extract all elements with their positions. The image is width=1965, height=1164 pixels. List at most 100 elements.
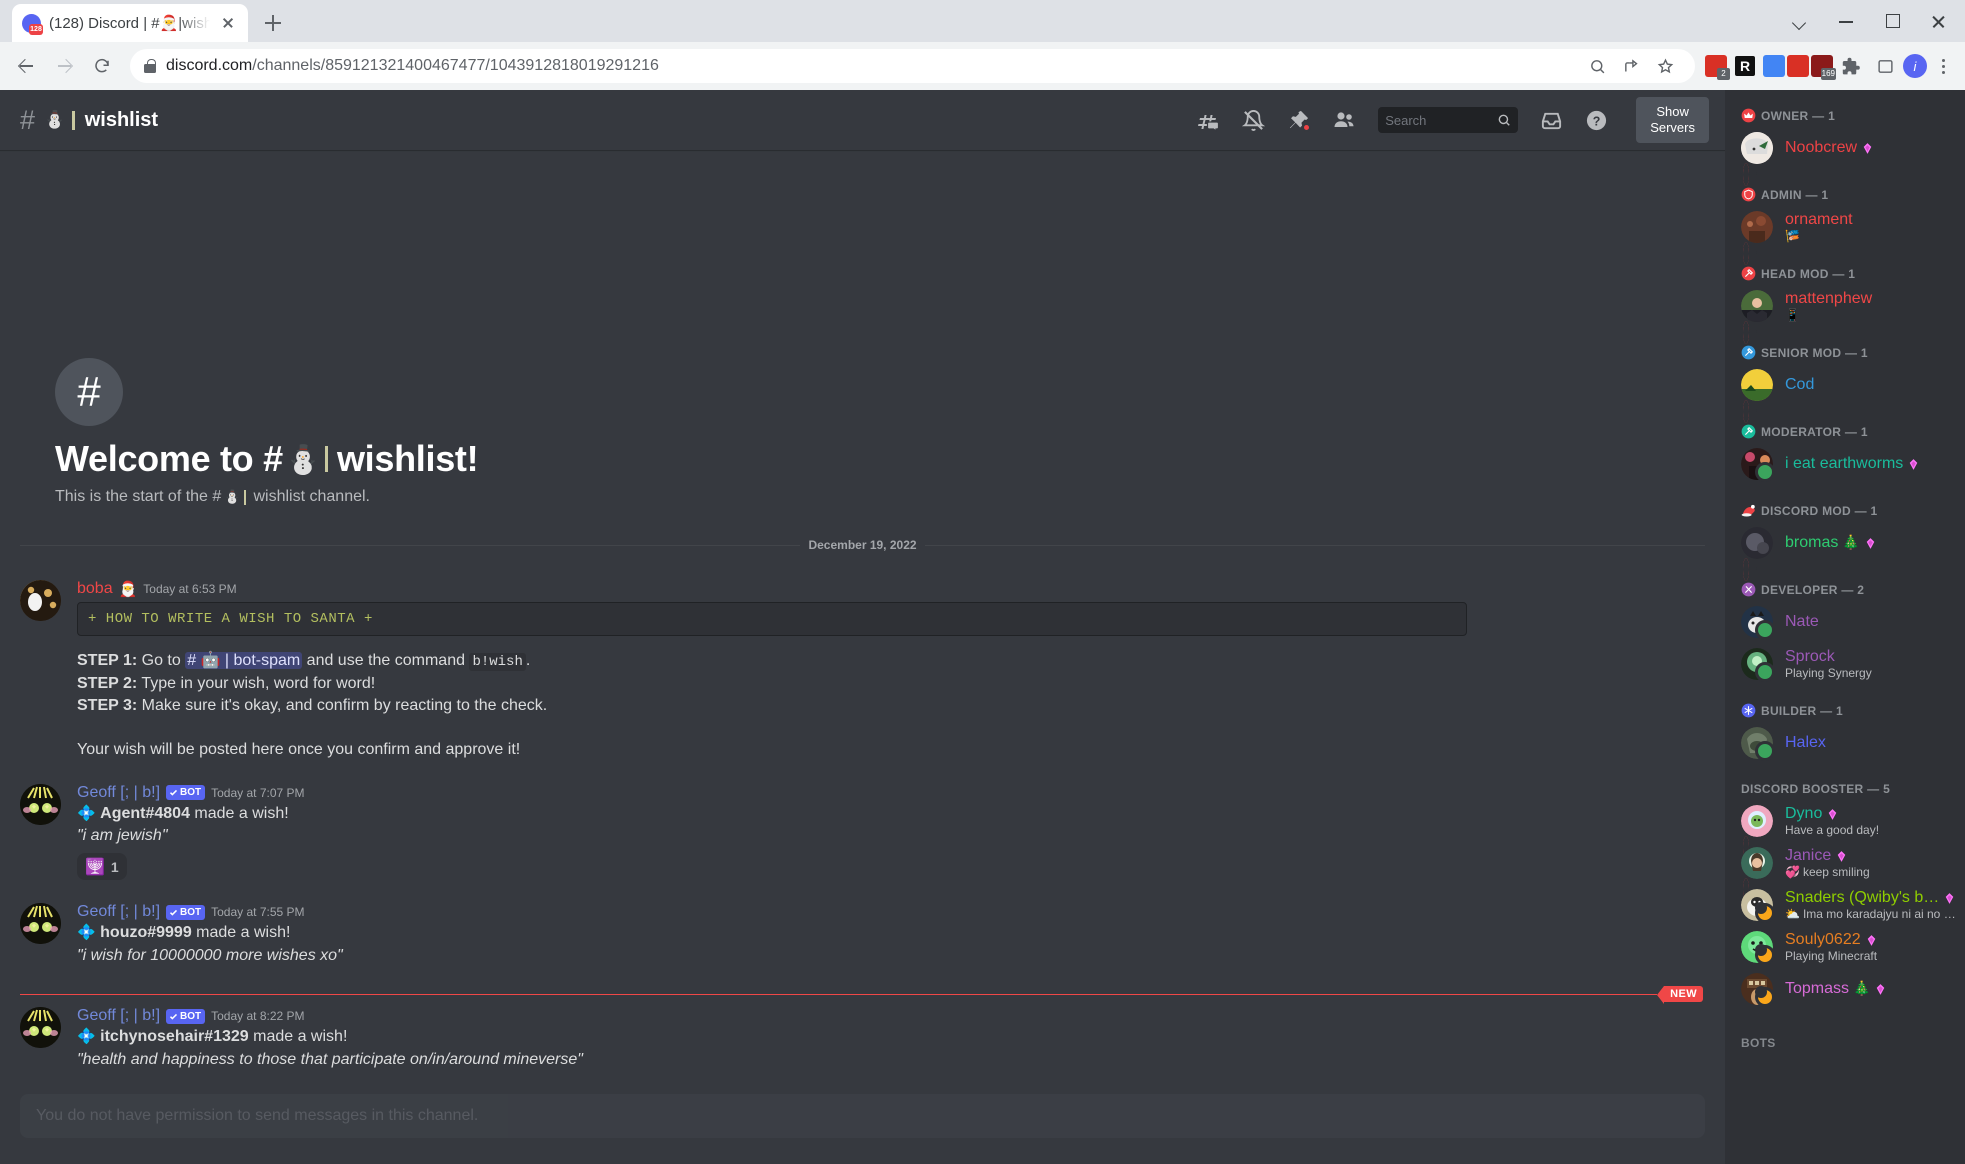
member-list-icon[interactable] (1332, 108, 1356, 132)
sidepanel-icon[interactable] (1869, 50, 1901, 82)
threads-icon[interactable] (1196, 108, 1220, 132)
notifications-muted-icon[interactable] (1242, 109, 1266, 132)
revolving-hearts-icon: 💞 (1785, 865, 1800, 879)
reaction-count: 1 (110, 858, 119, 875)
bookmark-star-icon[interactable] (1649, 50, 1681, 82)
step-1-mid: and use the command (302, 652, 470, 670)
member-row[interactable]: mattenphew 📱 (1725, 285, 1965, 344)
member-row[interactable]: Snaders (Qwiby's b… ⛅ Ima mo karadajyu n… (1725, 884, 1965, 926)
code-block: + HOW TO WRITE A WISH TO SANTA + (77, 602, 1467, 637)
channel-name-divider (72, 110, 75, 130)
close-window-icon[interactable] (1915, 0, 1961, 42)
message-timestamp: Today at 6:53 PM (143, 582, 237, 597)
minimize-window-icon[interactable] (1823, 0, 1869, 42)
avatar (1741, 931, 1775, 965)
message-row[interactable]: Geoff [; | b!] BOT Today at 7:07 PM 💠 Ag… (0, 781, 1725, 884)
browser-menu-icon[interactable] (1929, 50, 1957, 82)
wand-extension-icon[interactable] (1787, 55, 1809, 77)
message-row[interactable]: Geoff [; | b!] BOT Today at 7:55 PM 💠 ho… (0, 900, 1725, 970)
puzzle-extensions-icon[interactable] (1835, 50, 1867, 82)
member-group-label: DISCORD BOOSTER — 5 (1741, 782, 1891, 796)
wisher-name: itchynosehair#1329 (100, 1028, 249, 1046)
close-tab-icon[interactable] (218, 13, 238, 33)
member-avatar (1741, 290, 1773, 322)
message-row[interactable]: Geoff [; | b!] BOT Today at 8:22 PM 💠 it… (0, 1004, 1725, 1074)
reload-icon[interactable] (84, 48, 120, 84)
channel-mention-bot-spam[interactable]: # 🤖 | bot-spam (185, 652, 303, 670)
status-dnd-icon (1743, 321, 1749, 344)
inbox-icon[interactable] (1540, 109, 1563, 132)
member-row[interactable]: Halex (1725, 722, 1965, 764)
show-servers-button[interactable]: Show Servers (1636, 97, 1709, 143)
pinned-messages-icon[interactable] (1287, 109, 1312, 132)
member-row[interactable]: Cod (1725, 364, 1965, 423)
member-row[interactable]: Noobcrew (1725, 127, 1965, 186)
crown-icon (1741, 108, 1756, 123)
profile-avatar-icon[interactable]: i (1903, 54, 1927, 78)
avatar[interactable] (20, 580, 61, 622)
member-list[interactable]: OWNER — 1 Noobcrew ADMIN — 1 ornament 🎏 … (1725, 90, 1965, 1164)
mobile-phone-icon: 📱 (1785, 308, 1800, 322)
snowman-icon: ⛄ (285, 442, 321, 476)
messages-extension-icon[interactable]: 2 (1705, 55, 1730, 80)
step-2-label: STEP 2: (77, 674, 138, 692)
browser-tab[interactable]: 128 (128) Discord | #🎅|wishlist | Min (12, 4, 248, 42)
member-row[interactable]: bromas 🎄 (1725, 522, 1965, 581)
member-info: Dyno Have a good day! (1785, 805, 1957, 837)
member-name: ornament (1785, 211, 1853, 228)
hammer-icon (1741, 266, 1756, 281)
member-status-text: Playing Synergy (1785, 666, 1957, 680)
avatar[interactable] (20, 783, 61, 825)
member-row[interactable]: Janice 💞 keep smiling (1725, 842, 1965, 901)
welcome-sub-divider (244, 489, 247, 505)
search-input[interactable]: Search (1378, 107, 1519, 133)
channel-name: ⛄ wishlist (44, 109, 158, 132)
member-name: bromas (1785, 534, 1839, 551)
message-list: # Welcome to # ⛄ wishlist! This is the s… (0, 150, 1725, 1164)
message-author[interactable]: Geoff [; | b!] (77, 784, 160, 802)
message-author[interactable]: boba (77, 580, 113, 598)
reaction-pill[interactable]: 🕎 1 (77, 853, 127, 881)
avatar (1741, 527, 1773, 581)
status-dnd-icon (1743, 558, 1749, 581)
maximize-window-icon[interactable] (1869, 0, 1915, 42)
member-row[interactable]: Nate (1725, 601, 1965, 643)
member-info: bromas 🎄 (1785, 534, 1957, 552)
member-name-row: Nate (1785, 613, 1957, 631)
member-row[interactable]: ornament 🎏 (1725, 206, 1965, 265)
member-row[interactable]: Topmass 🎄 (1725, 968, 1965, 1010)
translate-extension-icon[interactable] (1763, 55, 1785, 77)
bot-badge-label: BOT (180, 787, 202, 799)
ublock-extension-icon[interactable]: 169 (1811, 55, 1836, 80)
new-tab-icon[interactable] (256, 6, 290, 40)
search-icon[interactable] (1581, 50, 1613, 82)
member-row[interactable]: Souly0622 Playing Minecraft (1725, 926, 1965, 968)
help-icon[interactable]: ? (1585, 109, 1608, 132)
back-icon[interactable] (8, 48, 44, 84)
address-bar[interactable]: discord.com/channels/859121321400467477/… (130, 49, 1695, 83)
avatar (1741, 369, 1773, 423)
welcome-sub-suffix: wishlist channel. (253, 488, 370, 506)
message-row[interactable]: boba 🎅 Today at 6:53 PM + HOW TO WRITE A… (0, 577, 1725, 763)
member-row[interactable]: Dyno Have a good day! (1725, 800, 1965, 859)
bot-badge-label: BOT (180, 1010, 202, 1022)
step-3-pre: Make sure it's okay, and confirm by reac… (137, 696, 548, 714)
wish-quote: "i am jewish" (77, 827, 168, 845)
member-row[interactable]: i eat earthworms (1725, 443, 1965, 485)
composer-disabled-box: You do not have permission to send messa… (20, 1094, 1705, 1138)
message-author[interactable]: Geoff [; | b!] (77, 1007, 160, 1025)
avatar[interactable] (20, 1007, 61, 1049)
r-extension-icon[interactable]: R (1729, 50, 1761, 82)
member-info: Sprock Playing Synergy (1785, 648, 1957, 680)
member-avatar (1741, 847, 1773, 879)
message-author[interactable]: Geoff [; | b!] (77, 903, 160, 921)
avatar[interactable] (20, 903, 61, 945)
message-body: Geoff [; | b!] BOT Today at 7:07 PM 💠 Ag… (77, 784, 1703, 881)
member-name-row: Souly0622 (1785, 931, 1957, 949)
member-row[interactable]: Sprock Playing Synergy (1725, 643, 1965, 685)
browser-tab-title: (128) Discord | #🎅|wishlist | Min (49, 15, 210, 32)
tab-search-chevron-down-icon[interactable] (1777, 0, 1823, 42)
share-icon[interactable] (1615, 50, 1647, 82)
avatar (1741, 889, 1775, 923)
member-name-row: Halex (1785, 734, 1957, 752)
